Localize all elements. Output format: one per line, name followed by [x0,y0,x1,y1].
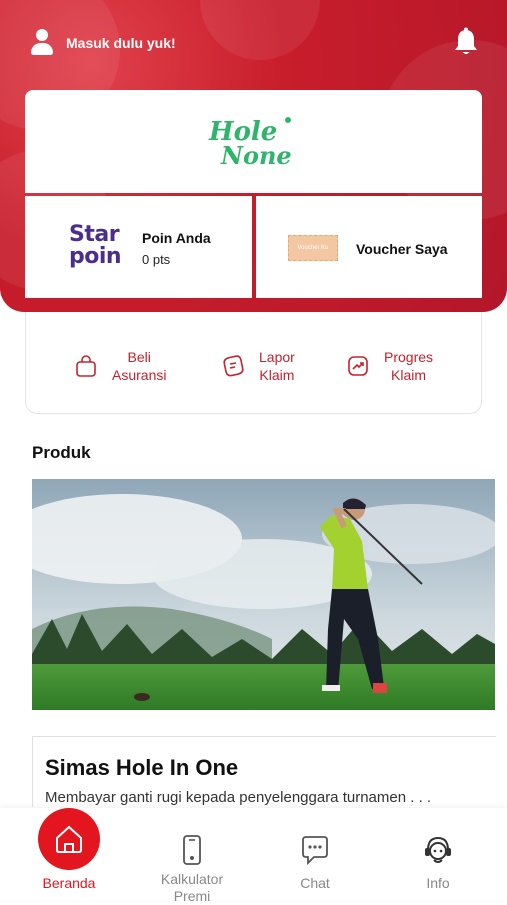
nav-label-calculator-line2: Premi [173,888,211,904]
phone-calculator-icon [183,835,201,865]
report-claim-icon [223,355,244,377]
login-prompt-label: Masuk dulu yuk! [66,35,176,51]
quick-actions: Beli Asuransi Lapor Klaim Progres Klaim [25,312,482,414]
nav-item-premium-calculator[interactable]: Kalkulator Premi [142,808,242,905]
nav-label-info: Info [426,875,450,891]
product-image-golfer[interactable] [32,479,495,710]
home-icon [56,825,82,853]
voucher-card[interactable]: Voucher Ku Voucher Saya [256,196,482,298]
shopping-bag-icon [76,355,96,377]
product-card[interactable]: Simas Hole In One Membayar ganti rugi ke… [32,736,496,807]
nav-label-home: Beranda [42,875,96,891]
login-prompt[interactable]: Masuk dulu yuk! [30,28,176,58]
nav-item-info[interactable]: Info [388,808,488,891]
brand-logo-card: Hole None [25,90,482,193]
voucher-ticket-icon: Voucher Ku [288,235,338,261]
svg-text:None: None [220,141,292,170]
progress-chart-icon [348,356,368,376]
bottom-navigation: Beranda Kalkulator Premi Chat Info [0,808,507,904]
points-value: 0 pts [142,252,171,267]
product-title: Simas Hole In One [45,755,239,780]
points-title: Poin Anda [142,230,211,246]
product-description: Membayar ganti rugi kepada penyelenggara… [45,789,432,806]
starpoin-logo: Star poin [69,222,122,269]
chat-icon [302,836,328,866]
hole-in-one-logo: Hole None [208,117,292,170]
home-active-indicator [38,808,100,870]
support-agent-icon [425,836,451,863]
points-card[interactable]: Star poin Poin Anda 0 pts [25,196,252,298]
nav-item-chat[interactable]: Chat [265,808,365,891]
claim-progress-button[interactable]: Progres Klaim [346,348,433,384]
bell-icon[interactable] [453,27,479,57]
user-icon [30,29,54,57]
nav-label-chat: Chat [300,875,330,891]
nav-label-calculator-line1: Kalkulator [160,871,224,887]
section-title-products: Produk [32,443,91,462]
buy-insurance-button[interactable]: Beli Asuransi [74,348,166,384]
voucher-label: Voucher Saya [356,241,448,257]
report-claim-button[interactable]: Lapor Klaim [221,348,295,384]
